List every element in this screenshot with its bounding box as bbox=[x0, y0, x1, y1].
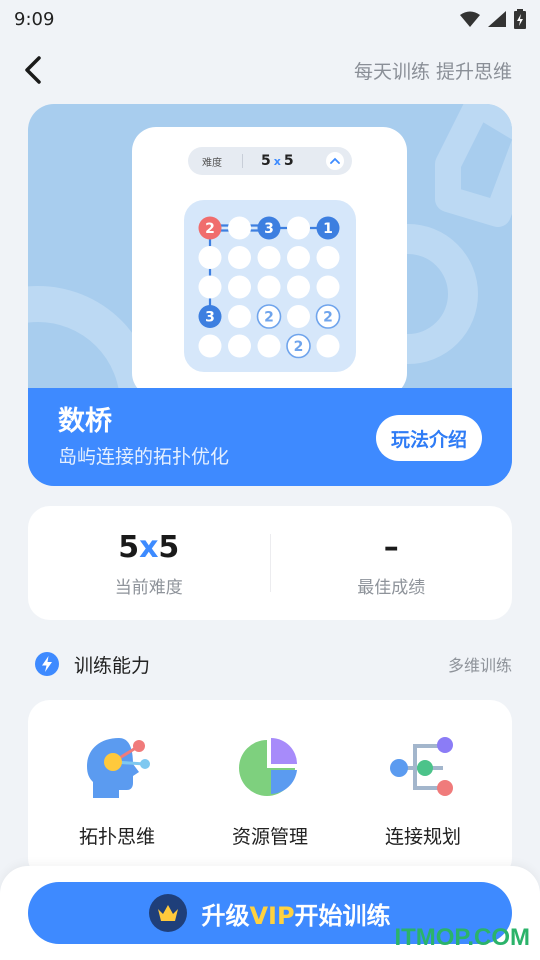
difficulty-value: 5x5 bbox=[261, 153, 294, 169]
empty-cell bbox=[228, 275, 251, 299]
game-preview: 难度 5x5 2 3 1 3 2 2 2 bbox=[132, 127, 407, 397]
empty-cell bbox=[228, 305, 251, 328]
svg-text:2: 2 bbox=[205, 221, 215, 237]
empty-cell bbox=[198, 246, 222, 269]
empty-cell bbox=[198, 334, 222, 358]
chevron-up-icon bbox=[326, 152, 344, 170]
svg-text:2: 2 bbox=[294, 339, 304, 355]
ability-label: 资源管理 bbox=[231, 826, 308, 848]
section-more-link[interactable]: 多维训练 bbox=[448, 652, 512, 676]
ability-topology: 拓扑思维 bbox=[37, 732, 197, 849]
best-score-label: 最佳成绩 bbox=[357, 577, 426, 598]
lightning-icon bbox=[35, 652, 59, 676]
head-nodes-icon bbox=[87, 738, 150, 798]
empty-cell bbox=[228, 216, 251, 240]
current-difficulty-stat: 5x5 当前难度 bbox=[28, 529, 270, 598]
empty-cell bbox=[198, 275, 222, 299]
empty-cell bbox=[316, 275, 340, 299]
difficulty-label: 难度 bbox=[202, 157, 222, 169]
top-nav: 每天训练 提升思维 bbox=[0, 44, 540, 96]
section-title: 训练能力 bbox=[74, 654, 151, 677]
empty-cell bbox=[316, 246, 340, 269]
stats-card: 5x5 当前难度 – 最佳成绩 bbox=[28, 506, 512, 620]
wifi-icon bbox=[460, 11, 480, 27]
current-difficulty-value: 5x5 bbox=[118, 529, 180, 565]
hero-info-bar: 数桥 岛屿连接的拓扑优化 玩法介绍 bbox=[28, 388, 512, 486]
rules-intro-button[interactable]: 玩法介绍 bbox=[376, 415, 482, 461]
empty-cell bbox=[257, 246, 281, 269]
best-score-stat: – 最佳成绩 bbox=[271, 529, 513, 598]
empty-cell bbox=[316, 334, 340, 358]
svg-text:3: 3 bbox=[205, 310, 215, 326]
abilities-card: 拓扑思维 资源管理 连接规划 bbox=[28, 700, 512, 880]
island-node: 3 bbox=[257, 216, 281, 240]
game-hero-card: 难度 5x5 2 3 1 3 2 2 2 数桥 岛屿连接的拓扑优化 玩法介绍 bbox=[28, 104, 512, 486]
current-difficulty-label: 当前难度 bbox=[114, 577, 183, 598]
island-node: 2 bbox=[256, 304, 282, 329]
island-node: 2 bbox=[315, 304, 341, 329]
difficulty-selector: 难度 5x5 bbox=[188, 147, 352, 175]
island-node: 3 bbox=[198, 305, 222, 328]
empty-cell bbox=[257, 334, 281, 358]
slogan-text: 每天训练 提升思维 bbox=[353, 60, 512, 83]
tree-nodes-icon bbox=[390, 737, 453, 796]
svg-text:2: 2 bbox=[323, 310, 333, 326]
status-bar: 9:09 bbox=[0, 0, 540, 38]
svg-text:1: 1 bbox=[323, 221, 333, 237]
empty-cell bbox=[257, 275, 281, 299]
signal-icon bbox=[488, 11, 506, 27]
watermark: ITMOP.COM bbox=[394, 924, 530, 951]
island-node: 1 bbox=[316, 216, 340, 240]
chevron-left-icon bbox=[25, 56, 41, 84]
ability-label: 拓扑思维 bbox=[78, 826, 155, 848]
ability-label: 连接规划 bbox=[384, 826, 461, 848]
empty-cell bbox=[287, 216, 310, 240]
island-node: 2 bbox=[198, 216, 222, 240]
pie-chart-icon bbox=[239, 738, 297, 796]
crown-icon bbox=[149, 894, 188, 932]
best-score-value: – bbox=[383, 529, 399, 565]
back-button[interactable] bbox=[22, 50, 58, 90]
svg-text:2: 2 bbox=[264, 310, 274, 326]
upgrade-vip-label: 升级VIP开始训练 bbox=[201, 901, 391, 930]
svg-text:3: 3 bbox=[264, 221, 274, 237]
empty-cell bbox=[287, 305, 310, 328]
ability-connection: 连接规划 bbox=[343, 732, 503, 849]
divider bbox=[242, 154, 243, 168]
empty-cell bbox=[228, 334, 251, 358]
training-section-header: 训练能力 多维训练 bbox=[34, 646, 512, 682]
island-node: 2 bbox=[286, 333, 311, 359]
puzzle-board: 2 3 1 3 2 2 2 bbox=[184, 200, 356, 372]
empty-cell bbox=[287, 275, 310, 299]
status-time: 9:09 bbox=[14, 8, 55, 30]
empty-cell bbox=[287, 246, 310, 269]
battery-icon bbox=[514, 9, 526, 29]
ability-resource: 资源管理 bbox=[190, 732, 350, 849]
empty-cell bbox=[228, 246, 251, 269]
